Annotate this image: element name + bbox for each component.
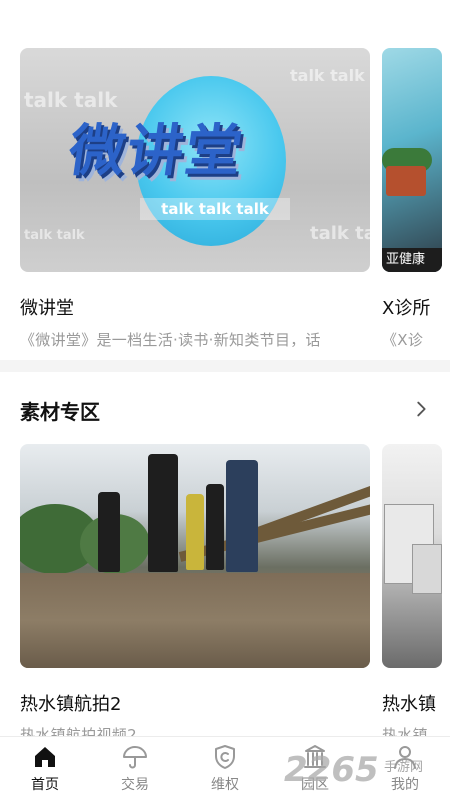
thumbnail-bg-text: talk talk <box>24 228 85 243</box>
material-title: 热水镇航拍2 <box>20 694 122 715</box>
program-card[interactable]: talk talk talk talk talk talk talk talk … <box>20 48 370 358</box>
program-logo: 微讲堂 <box>64 119 248 184</box>
program-card-row: talk talk talk talk talk talk talk talk … <box>20 48 450 358</box>
ground <box>20 573 370 668</box>
thumbnail-caption: 亚健康 <box>382 248 442 272</box>
program-thumbnail[interactable]: 亚健康 <box>382 48 442 272</box>
material-card[interactable]: 热水镇航拍2 热水镇航拍视频2 <box>20 444 370 736</box>
umbrella-icon <box>121 743 149 771</box>
tab-park[interactable]: 园区 <box>270 737 360 800</box>
tab-mine[interactable]: 我的 <box>360 737 450 800</box>
building-icon <box>301 743 329 771</box>
tab-home[interactable]: 首页 <box>0 737 90 800</box>
person <box>226 460 258 572</box>
material-title: 热水镇 <box>382 694 436 715</box>
material-thumbnail[interactable] <box>382 444 442 668</box>
material-card-row: 热水镇航拍2 热水镇航拍视频2 热水镇 热水镇 <box>20 444 450 736</box>
program-title: 微讲堂 <box>20 298 74 319</box>
material-card[interactable]: 热水镇 热水镇 <box>382 444 450 736</box>
tab-label: 我的 <box>391 777 419 793</box>
material-thumbnail[interactable] <box>20 444 370 668</box>
section-divider <box>0 360 450 372</box>
section-title: 素材专区 <box>20 400 100 424</box>
program-card[interactable]: 亚健康 X诊所 《X诊 <box>382 48 450 358</box>
tab-trade[interactable]: 交易 <box>90 737 180 800</box>
user-icon <box>391 743 419 771</box>
building <box>412 544 442 594</box>
bottom-tab-bar: 首页 交易 维权 园区 我的 <box>0 736 450 800</box>
person <box>186 494 204 570</box>
chevron-right-icon[interactable] <box>410 398 432 420</box>
thumbnail-bg-text: talk talk <box>290 66 365 85</box>
tab-label: 园区 <box>301 777 329 793</box>
person <box>98 492 120 572</box>
person <box>206 484 224 570</box>
tab-label: 首页 <box>31 777 59 793</box>
shield-icon <box>211 743 239 771</box>
program-description: 《微讲堂》是一档生活·读书·新知类节目，话 <box>20 331 321 349</box>
home-icon <box>31 743 59 771</box>
logo-band-text: talk talk talk <box>140 198 290 220</box>
program-description: 《X诊 <box>382 331 424 349</box>
thumbnail-bg-text: talk talk <box>310 223 370 244</box>
material-description: 热水镇 <box>382 726 428 736</box>
program-thumbnail[interactable]: talk talk talk talk talk talk talk talk … <box>20 48 370 272</box>
program-title: X诊所 <box>382 298 431 319</box>
tab-label: 维权 <box>211 777 239 793</box>
person <box>148 454 178 572</box>
tab-label: 交易 <box>121 777 149 793</box>
material-description: 热水镇航拍视频2 <box>20 726 137 736</box>
tab-rights[interactable]: 维权 <box>180 737 270 800</box>
plant-pot <box>386 166 426 196</box>
